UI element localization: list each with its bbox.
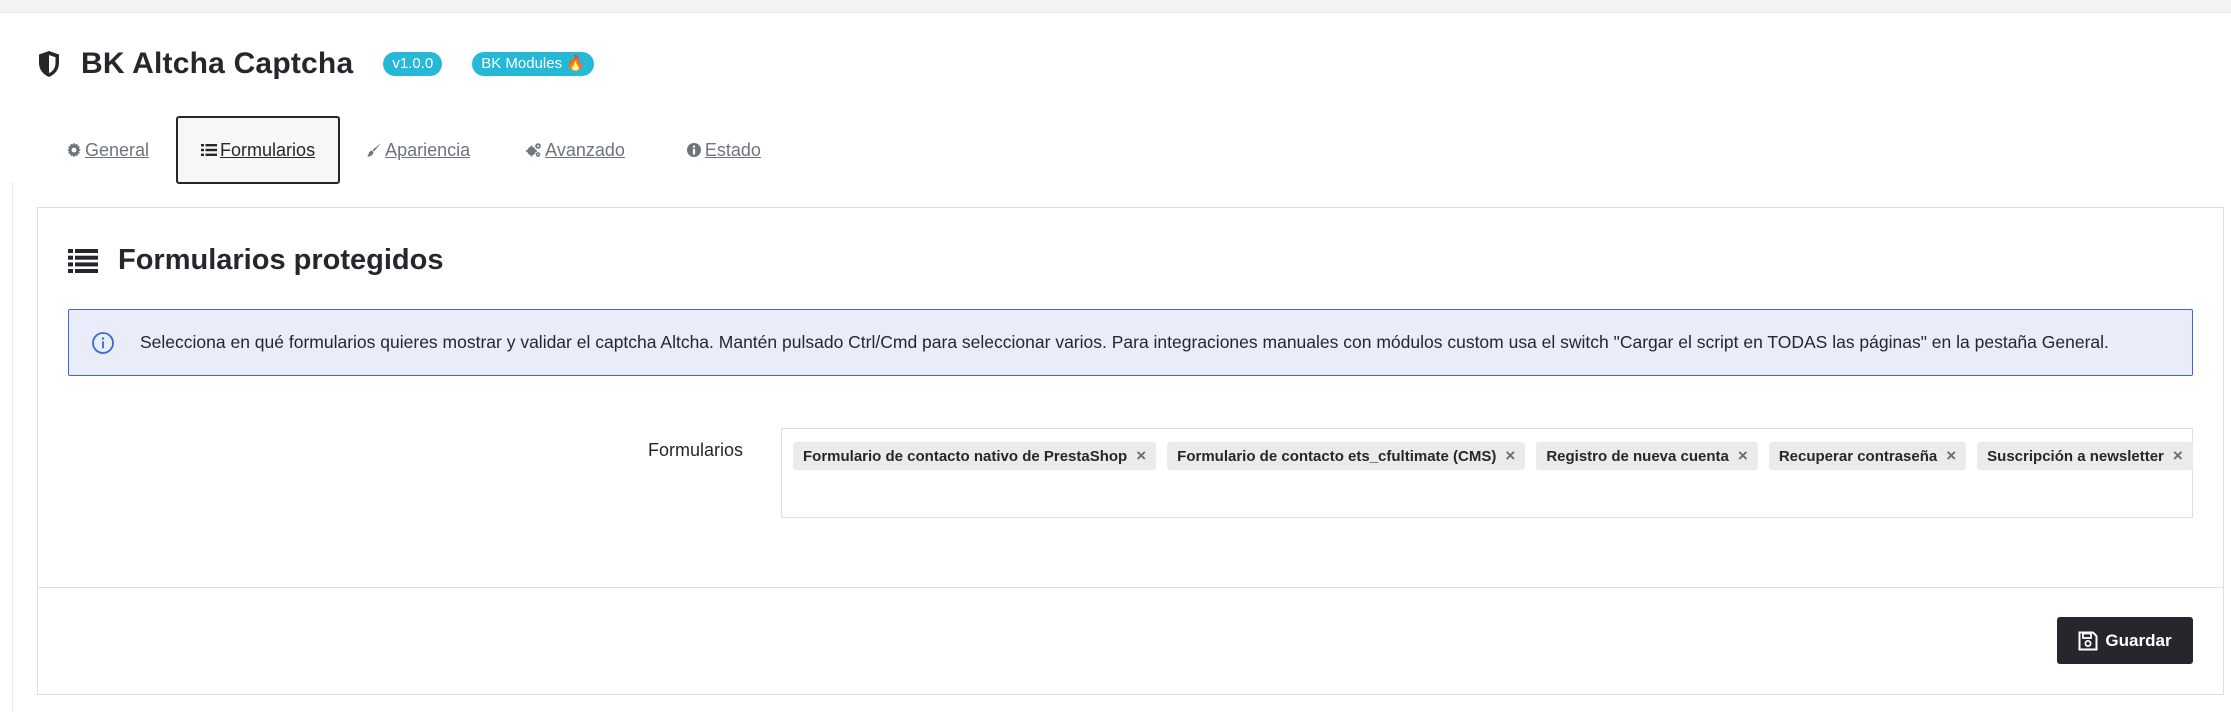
chip-remove-icon[interactable]: × [1946, 446, 1956, 466]
selected-chip: Suscripción a newsletter × [1977, 442, 2193, 470]
panel-footer-divider [38, 587, 2223, 588]
tab-apariencia-label: Apariencia [385, 139, 471, 160]
chip-label: Recuperar contraseña [1778, 447, 1938, 465]
tab-apariencia[interactable]: Apariencia [356, 116, 480, 184]
info-circle-icon [686, 143, 701, 157]
tab-general-label: General [85, 139, 150, 160]
save-button[interactable]: Guardar [2057, 617, 2193, 664]
tab-estado-label: Estado [704, 139, 761, 160]
panel-heading: Formularios protegidos [68, 244, 443, 277]
chip-remove-icon[interactable]: × [1505, 446, 1515, 466]
chip-remove-icon[interactable]: × [1136, 446, 1146, 466]
module-header: BK Altcha Captcha v1.0.0 BK Modules 🔥 [37, 44, 624, 84]
brand-badge: BK Modules 🔥 [472, 52, 594, 76]
gear-icon [67, 142, 81, 158]
panel-title: Formularios protegidos [118, 244, 444, 276]
selected-chip: Formulario de contacto nativo de PrestaS… [793, 442, 1157, 470]
tab-general[interactable]: General [56, 116, 159, 184]
tab-estado[interactable]: Estado [676, 116, 771, 184]
save-icon [2078, 631, 2098, 650]
forms-panel: Formularios protegidos Selecciona en qué… [37, 207, 2224, 695]
forms-multiselect[interactable]: Formulario de contacto nativo de PrestaS… [781, 428, 2193, 518]
brush-icon [367, 143, 382, 157]
tab-bar: General Formularios Apariencia Avanzado [56, 116, 771, 184]
chip-label: Formulario de contacto ets_cfultimate (C… [1177, 447, 1497, 465]
info-icon [92, 331, 114, 354]
chip-label: Formulario de contacto nativo de PrestaS… [803, 447, 1128, 465]
module-title: BK Altcha Captcha [81, 47, 354, 80]
tab-formularios-label: Formularios [220, 139, 316, 160]
selected-chip: Formulario de contacto ets_cfultimate (C… [1167, 442, 1526, 470]
tab-avanzado[interactable]: Avanzado [516, 116, 635, 184]
list-icon [201, 144, 218, 156]
list-icon [68, 248, 98, 273]
forms-field-label: Formularios [648, 440, 744, 460]
selected-chip: Registro de nueva cuenta × [1536, 442, 1758, 470]
chip-remove-icon[interactable]: × [2173, 446, 2183, 466]
chip-label: Suscripción a newsletter [1987, 447, 2164, 465]
chip-label: Registro de nueva cuenta [1546, 447, 1729, 465]
save-button-label: Guardar [2105, 630, 2172, 650]
chip-remove-icon[interactable]: × [1738, 446, 1748, 466]
gears-icon [526, 143, 541, 157]
tab-formularios[interactable]: Formularios [176, 116, 341, 184]
top-frame [0, 0, 2231, 13]
tab-avanzado-label: Avanzado [545, 139, 625, 160]
version-badge: v1.0.0 [383, 52, 443, 76]
info-alert: Selecciona en qué formularios quieres mo… [68, 309, 2193, 376]
selected-chip: Recuperar contraseña × [1768, 442, 1967, 470]
shield-icon [39, 51, 59, 77]
info-alert-text: Selecciona en qué formularios quieres mo… [140, 332, 2109, 352]
left-rule [12, 182, 13, 712]
